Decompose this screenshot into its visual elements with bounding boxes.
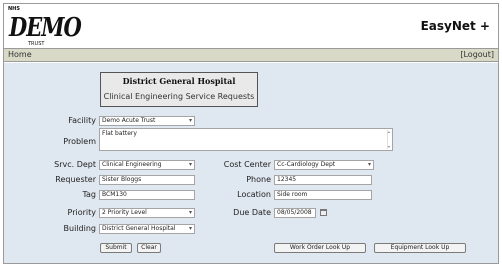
- building-label: Building: [63, 224, 96, 233]
- chevron-down-icon: ▾: [188, 161, 192, 168]
- calendar-icon[interactable]: [320, 209, 327, 216]
- facility-value: Demo Acute Trust: [102, 117, 156, 124]
- phone-label: Phone: [246, 175, 271, 184]
- tag-label: Tag: [82, 190, 96, 199]
- srvc-dept-select[interactable]: Clinical Engineering ▾: [99, 160, 195, 170]
- requester-label: Requester: [55, 175, 96, 184]
- location-input[interactable]: Side room: [274, 190, 372, 200]
- form-subtitle: Clinical Engineering Service Requests: [103, 92, 255, 101]
- priority-value: 2 Priority Level: [102, 209, 147, 216]
- tag-value: BCM130: [102, 191, 127, 198]
- logo-trust-text: TRUST: [28, 41, 45, 47]
- chevron-down-icon: ▾: [188, 209, 192, 216]
- home-link[interactable]: Home: [8, 50, 32, 59]
- app-title: EasyNet +: [420, 19, 490, 33]
- header: NHS DEMO TRUST EasyNet +: [4, 4, 498, 49]
- equipment-lookup-button[interactable]: Equipment Look Up: [374, 243, 466, 253]
- problem-textarea[interactable]: Flat battery ▴ ▾: [99, 128, 393, 151]
- app-window: NHS DEMO TRUST EasyNet + Home [Logout] D…: [3, 3, 499, 264]
- due-date-value: 08/05/2008: [277, 209, 312, 216]
- srvc-dept-label: Srvc. Dept: [54, 160, 96, 169]
- problem-value: Flat battery: [102, 130, 137, 137]
- due-date-label: Due Date: [233, 208, 271, 217]
- problem-label: Problem: [63, 137, 96, 146]
- cost-center-select[interactable]: Cc-Cardiology Dept ▾: [274, 160, 374, 170]
- scroll-down-icon: ▾: [388, 144, 391, 149]
- building-value: District General Hospital: [102, 225, 176, 232]
- submit-button[interactable]: Submit: [100, 243, 132, 253]
- form-title-box: District General Hospital Clinical Engin…: [100, 72, 258, 107]
- srvc-dept-value: Clinical Engineering: [102, 161, 162, 168]
- work-order-lookup-button[interactable]: Work Order Look Up: [274, 243, 366, 253]
- tag-input[interactable]: BCM130: [99, 190, 195, 200]
- clear-button[interactable]: Clear: [137, 243, 161, 253]
- building-select[interactable]: District General Hospital ▾: [99, 224, 195, 234]
- cost-center-value: Cc-Cardiology Dept: [277, 161, 336, 168]
- facility-select[interactable]: Demo Acute Trust ▾: [99, 116, 195, 126]
- scroll-up-icon: ▴: [388, 129, 391, 134]
- logout-link[interactable]: [Logout]: [460, 50, 494, 59]
- logo-demo-text: DEMO: [9, 11, 82, 43]
- nav-bar: Home [Logout]: [4, 49, 498, 62]
- facility-label: Facility: [68, 116, 96, 125]
- chevron-down-icon: ▾: [367, 161, 371, 168]
- requester-input[interactable]: Sister Bloggs: [99, 175, 195, 185]
- chevron-down-icon: ▾: [188, 117, 192, 124]
- service-request-form: District General Hospital Clinical Engin…: [4, 63, 498, 263]
- organisation-title: District General Hospital: [122, 76, 236, 86]
- chevron-down-icon: ▾: [188, 225, 192, 232]
- cost-center-label: Cost Center: [223, 160, 271, 169]
- problem-scrollbar[interactable]: ▴ ▾: [387, 130, 391, 149]
- location-value: Side room: [277, 191, 308, 198]
- priority-label: Priority: [67, 208, 96, 217]
- phone-value: 12345: [277, 176, 297, 183]
- location-label: Location: [237, 190, 271, 199]
- phone-input[interactable]: 12345: [274, 175, 372, 185]
- requester-value: Sister Bloggs: [102, 176, 142, 183]
- priority-select[interactable]: 2 Priority Level ▾: [99, 208, 195, 218]
- due-date-input[interactable]: 08/05/2008: [274, 208, 316, 218]
- demo-trust-logo: NHS DEMO TRUST: [8, 6, 82, 47]
